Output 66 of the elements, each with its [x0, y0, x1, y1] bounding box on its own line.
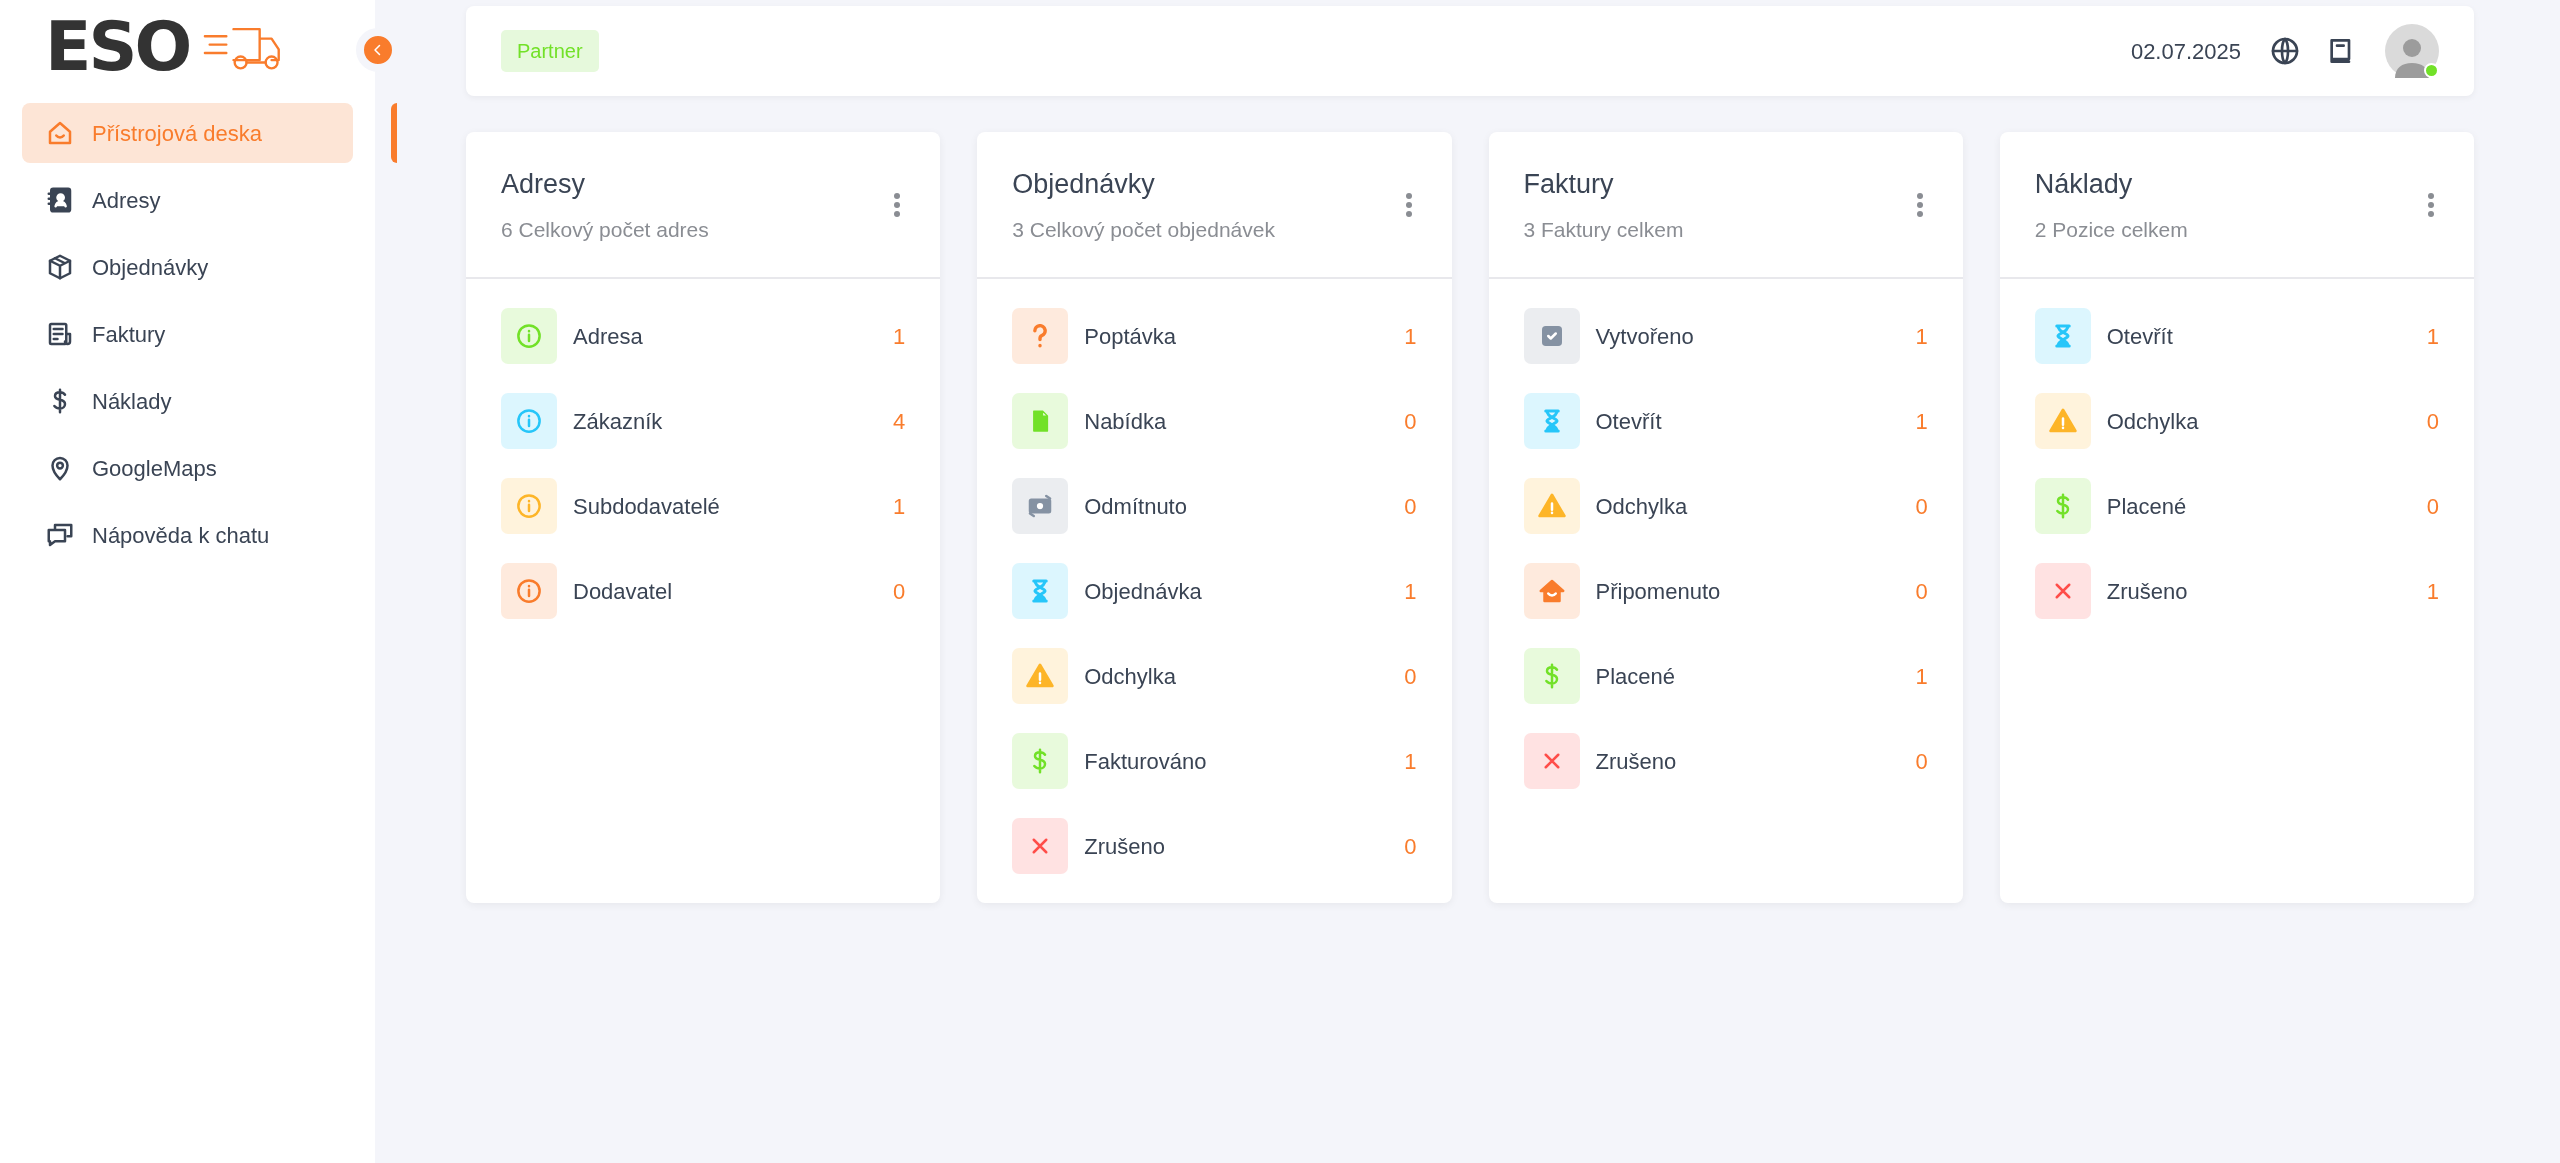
status-count: 0: [1915, 492, 1928, 521]
status-count: 1: [2426, 322, 2439, 351]
date-text: 02.07.2025: [2130, 37, 2241, 66]
status-count: 0: [1915, 577, 1928, 606]
card-title: Objednávky: [1012, 167, 1156, 201]
status-count: 1: [893, 492, 906, 521]
status-count: 0: [1404, 832, 1417, 861]
kebab-menu-icon: [1404, 191, 1413, 218]
status-count: 1: [893, 322, 906, 351]
card-title: Náklady: [2034, 167, 2134, 201]
status-count: 0: [1915, 747, 1928, 776]
status-label: Poptávka: [1084, 322, 1177, 351]
status-count: 1: [1915, 407, 1928, 436]
logo-text: ESO: [45, 13, 190, 81]
sidebar-item[interactable]: Náklady: [22, 371, 353, 431]
status-label: Zrušeno: [1084, 832, 1166, 861]
role-badge: Partner: [501, 30, 599, 72]
card-subtitle: 2 Pozice celkem: [2034, 217, 2189, 243]
status-label: Subdodavatelé: [573, 492, 721, 521]
status-label: Vytvořeno: [1595, 322, 1695, 351]
status-count: 0: [893, 577, 906, 606]
kebab-menu-icon: [1915, 191, 1924, 218]
sidebar-item[interactable]: GoogleMaps: [22, 438, 353, 498]
status-label: Odmítnuto: [1084, 492, 1188, 521]
status-count: 0: [1404, 407, 1417, 436]
status-label: Dodavatel: [573, 577, 674, 606]
status-count: 0: [2426, 407, 2439, 436]
sidebar-item[interactable]: Nápověda k chatu: [22, 505, 353, 565]
status-label: Otevřít: [2106, 322, 2174, 351]
status-label: Otevřít: [1595, 407, 1663, 436]
status-label: Zrušeno: [2106, 577, 2189, 606]
status-count: 1: [1915, 662, 1928, 691]
kebab-menu-icon: [2427, 191, 2435, 218]
status-count: 0: [1404, 492, 1417, 521]
user-avatar[interactable]: [2385, 24, 2439, 78]
card-title: Faktury: [1523, 167, 1615, 201]
status-count: 1: [1404, 747, 1417, 776]
status-count: 0: [1404, 662, 1417, 691]
status-count: 1: [1404, 322, 1417, 351]
kebab-menu-icon: [893, 191, 902, 218]
status-label: Odchylka: [1084, 662, 1177, 691]
status-label: Odchylka: [2106, 407, 2200, 436]
sidebar-item[interactable]: Objednávky: [22, 237, 353, 297]
card-subtitle: 3 Faktury celkem: [1523, 217, 1685, 243]
status-label: Fakturováno: [1084, 747, 1208, 776]
sidebar-item[interactable]: Faktury: [22, 304, 353, 364]
sidebar-item[interactable]: Adresy: [22, 170, 353, 230]
status-label: Adresa: [573, 322, 644, 351]
status-label: Nabídka: [1084, 407, 1168, 436]
active-indicator: [391, 103, 397, 163]
status-label: Odchylka: [1595, 492, 1689, 521]
status-label: Připomenuto: [1595, 577, 1722, 606]
card-subtitle: 3 Celkový počet objednávek: [1012, 217, 1276, 243]
status-label: Placené: [2106, 492, 2188, 521]
status-label: Placené: [1595, 662, 1676, 691]
globe-icon: [2269, 35, 2301, 67]
card-title: Adresy: [501, 167, 587, 201]
status-count: 0: [2426, 492, 2439, 521]
card-subtitle: 6 Celkový počet adres: [501, 217, 710, 243]
status-count: 1: [1404, 577, 1417, 606]
status-label: Objednávka: [1084, 577, 1203, 606]
status-label: Zrušeno: [1595, 747, 1678, 776]
status-count: 1: [2426, 577, 2439, 606]
status-count: 4: [893, 407, 906, 436]
status-count: 1: [1915, 322, 1928, 351]
status-label: Zákazník: [573, 407, 664, 436]
